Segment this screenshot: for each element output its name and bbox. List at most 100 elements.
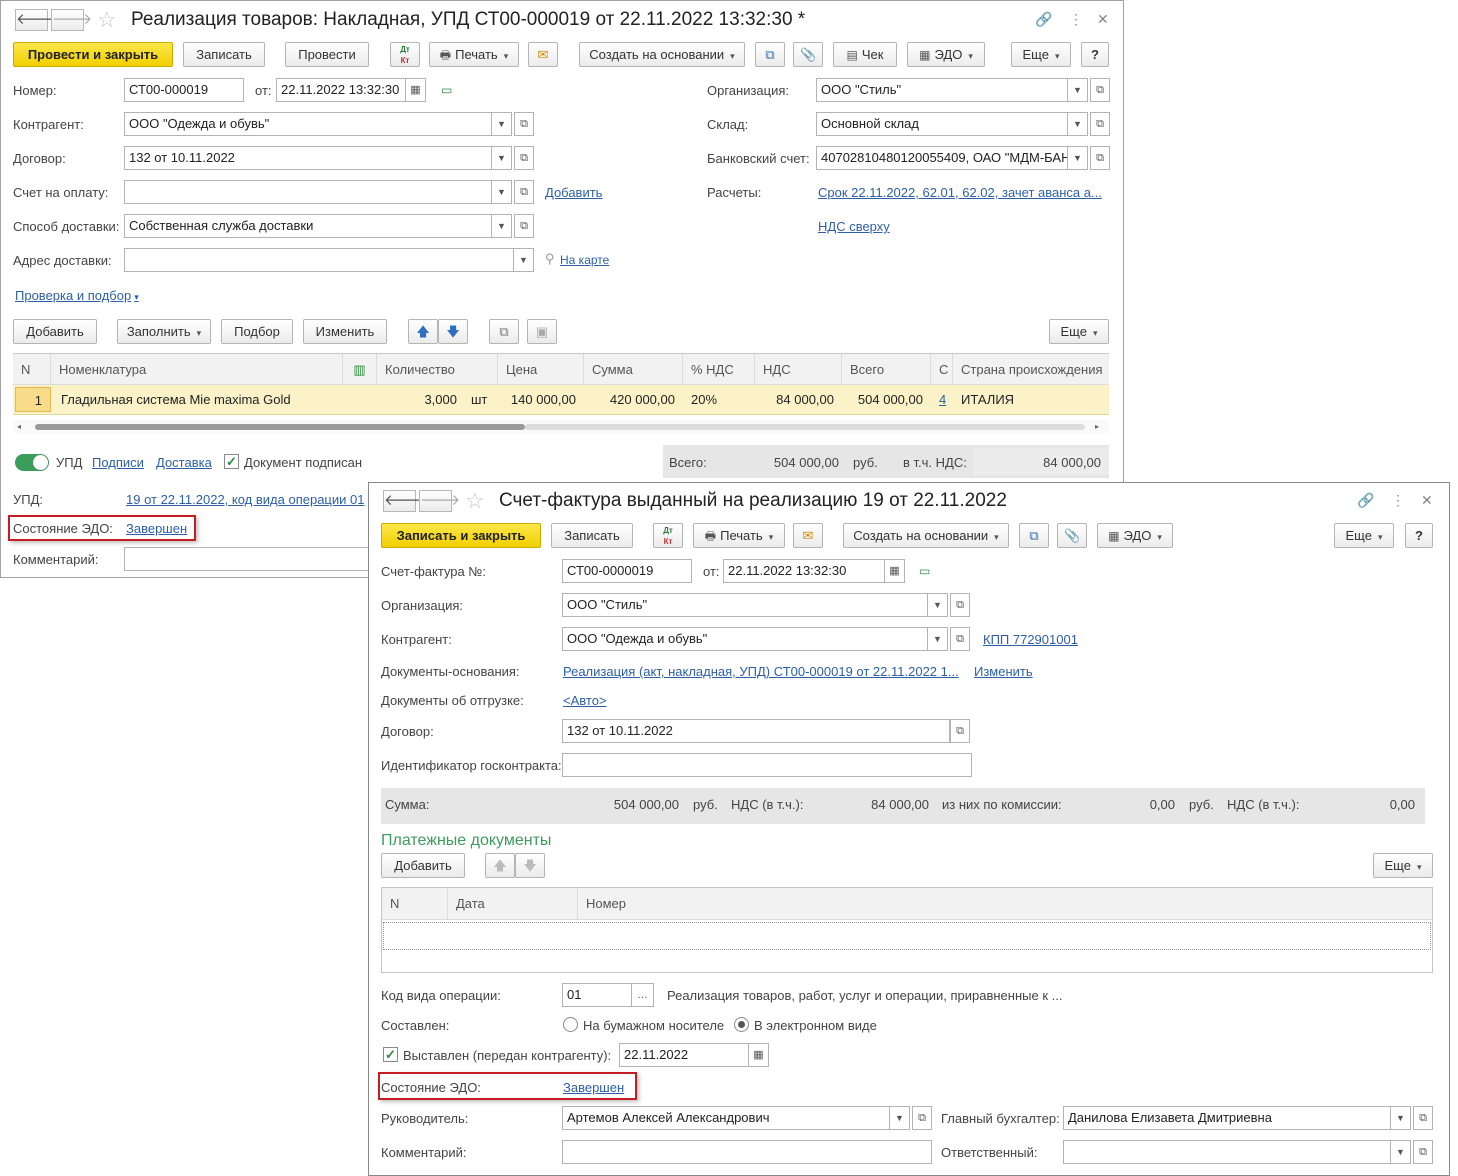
paperclip-icon[interactable]: 📎 [793,42,823,67]
delivery-address-dropdown-icon[interactable]: ▼ [514,248,534,272]
scrollbar-thumb[interactable] [35,424,525,430]
help-button[interactable]: ? [1081,42,1109,67]
contragent-open-icon[interactable]: ⧉ [950,627,970,651]
organization-dropdown-icon[interactable]: ▼ [1068,78,1088,102]
move-down-icon[interactable]: 🡇 [515,853,545,878]
forward-button[interactable]: 🡒 [51,9,92,31]
table-fill-button[interactable]: Заполнить [117,319,211,344]
print-button[interactable]: 🖶 Печать [429,42,519,67]
organization-dropdown-icon[interactable]: ▼ [928,593,948,617]
signatures-link[interactable]: Подписи [92,455,144,470]
contract-dropdown-icon[interactable]: ▼ [492,146,512,170]
col-country[interactable]: Страна происхождения [953,354,1109,385]
col-n[interactable]: N [382,888,448,919]
contract-field[interactable]: 132 от 10.11.2022 [562,719,950,743]
more-button[interactable]: Еще [1011,42,1071,67]
table-select-button[interactable]: Подбор [221,319,293,344]
link-icon[interactable]: 🔗 [1357,492,1374,508]
col-vat[interactable]: НДС [755,354,842,385]
invoice-dropdown-icon[interactable]: ▼ [492,180,512,204]
operation-code-field[interactable]: 01 [562,983,632,1007]
chief-accountant-open-icon[interactable]: ⧉ [1413,1106,1433,1130]
calendar-icon[interactable]: ▦ [406,78,426,102]
close-icon[interactable]: ✕ [1097,11,1109,27]
post-button[interactable]: Провести [285,42,369,67]
payments-add-button[interactable]: Добавить [381,853,465,878]
row-vat[interactable]: 84 000,00 [755,385,842,414]
issued-calendar-icon[interactable]: ▦ [749,1043,769,1067]
back-button[interactable]: 🡐 [383,490,424,512]
create-based-on-button[interactable]: Создать на основании [843,523,1009,548]
contract-open-icon[interactable]: ⧉ [514,146,534,170]
issued-date-field[interactable]: 22.11.2022 [619,1043,749,1067]
responsible-field[interactable] [1063,1140,1391,1164]
kpp-link[interactable]: КПП 772901001 [983,632,1078,647]
contragent-field[interactable]: ООО "Одежда и обувь" [124,112,492,136]
date-field[interactable]: 22.11.2022 13:32:30 [723,559,885,583]
horizontal-scrollbar[interactable]: ◂ ▸ [13,420,1109,434]
row-country[interactable]: ИТАЛИЯ [953,385,1109,414]
delivery-link[interactable]: Доставка [156,455,212,470]
invoice-open-icon[interactable]: ⧉ [514,180,534,204]
contract-field[interactable]: 132 от 10.11.2022 [124,146,492,170]
move-down-icon[interactable]: 🡇 [438,319,468,344]
copy-icon[interactable]: ⧉ [489,319,519,344]
calendar-icon[interactable]: ▦ [885,559,905,583]
table-change-button[interactable]: Изменить [303,319,387,344]
back-button[interactable]: 🡐 [15,9,56,31]
payments-more-button[interactable]: Еще [1373,853,1433,878]
warehouse-field[interactable]: Основной склад [816,112,1068,136]
head-field[interactable]: Артемов Алексей Александрович [562,1106,890,1130]
scroll-right-icon[interactable]: ▸ [1095,422,1099,431]
settlements-link[interactable]: Срок 22.11.2022, 62.01, 62.02, зачет ава… [818,185,1102,200]
row-name[interactable]: Гладильная система Mie maxima Gold [53,385,343,414]
edo-state-link[interactable]: Завершен [563,1080,624,1095]
more-vertical-icon[interactable]: ⋮ [1391,492,1405,508]
row-total[interactable]: 504 000,00 [842,385,931,414]
delivery-method-field[interactable]: Собственная служба доставки [124,214,492,238]
number-field[interactable]: СТ00-000019 [124,78,244,102]
col-price[interactable]: Цена [498,354,584,385]
move-up-icon[interactable]: 🡅 [408,319,438,344]
structure-icon[interactable]: ⧉ [755,42,785,67]
responsible-dropdown-icon[interactable]: ▼ [1391,1140,1411,1164]
contragent-dropdown-icon[interactable]: ▼ [492,112,512,136]
paste-icon[interactable]: ▣ [527,319,557,344]
row-price[interactable]: 140 000,00 [498,385,584,414]
change-link[interactable]: Изменить [974,664,1033,679]
col-s[interactable]: С [931,354,953,385]
table-more-button[interactable]: Еще [1049,319,1109,344]
responsible-open-icon[interactable]: ⧉ [1413,1140,1433,1164]
col-number[interactable]: Номер [578,888,1432,919]
col-quantity[interactable]: Количество [377,354,498,385]
barcode-icon[interactable]: ▥ [343,354,377,385]
date-field[interactable]: 22.11.2022 13:32:30 [276,78,406,102]
table-add-button[interactable]: Добавить [13,319,97,344]
warehouse-open-icon[interactable]: ⧉ [1090,112,1110,136]
organization-field[interactable]: ООО "Стиль" [816,78,1068,102]
print-button[interactable]: 🖶 Печать [693,523,785,548]
row-vat-rate[interactable]: 20% [683,385,755,414]
upd-link[interactable]: 19 от 22.11.2022, код вида операции 01 [126,492,364,507]
issued-checkbox[interactable]: ✓ [383,1047,398,1062]
delivery-method-open-icon[interactable]: ⧉ [514,214,534,238]
invoice-field[interactable] [124,180,492,204]
operation-code-select-icon[interactable]: … [632,983,654,1007]
warehouse-dropdown-icon[interactable]: ▼ [1068,112,1088,136]
organization-field[interactable]: ООО "Стиль" [562,593,928,617]
row-sum[interactable]: 420 000,00 [584,385,683,414]
invoice-number-field[interactable]: СТ00-0000019 [562,559,692,583]
contragent-dropdown-icon[interactable]: ▼ [928,627,948,651]
head-dropdown-icon[interactable]: ▼ [890,1106,910,1130]
bank-account-field[interactable]: 40702810480120055409, ОАО "МДМ-БАНК" [816,146,1068,170]
row-unit[interactable]: шт [463,385,503,414]
signed-checkbox[interactable]: ✓ [224,454,239,469]
contragent-field[interactable]: ООО "Одежда и обувь" [562,627,928,651]
gov-contract-id-field[interactable] [562,753,972,777]
close-icon[interactable]: ✕ [1421,492,1433,508]
chief-accountant-field[interactable]: Данилова Елизавета Дмитриевна [1063,1106,1391,1130]
add-invoice-link[interactable]: Добавить [545,185,602,200]
empty-row[interactable] [383,922,1431,950]
edo-button[interactable]: ▦ ЭДО [1097,523,1173,548]
contragent-open-icon[interactable]: ⧉ [514,112,534,136]
